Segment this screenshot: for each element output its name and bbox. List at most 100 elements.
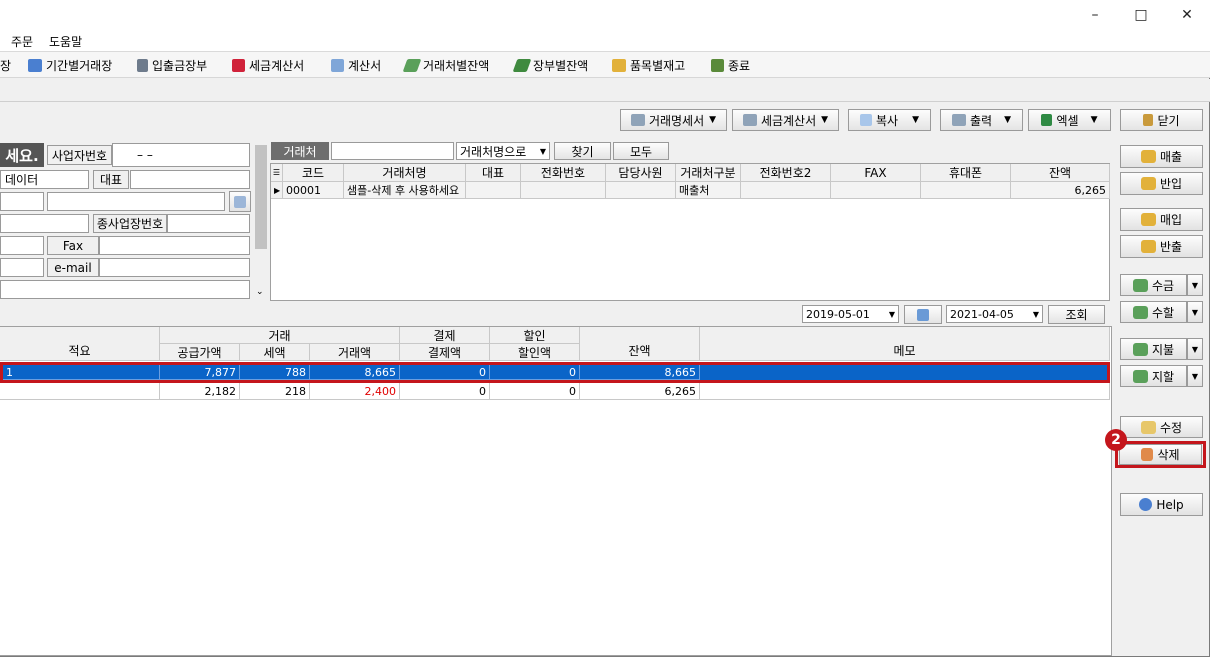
- biz-type-input[interactable]: [0, 214, 89, 233]
- col-summary[interactable]: 적요: [0, 327, 160, 361]
- col-phone2[interactable]: 전화번호2: [741, 164, 831, 182]
- subbiz-input[interactable]: [167, 214, 250, 233]
- col-supply[interactable]: 공급가액: [160, 344, 240, 361]
- rep-input[interactable]: [130, 170, 250, 189]
- sale-return-button[interactable]: 반입: [1120, 172, 1203, 195]
- row1-memo[interactable]: [700, 365, 1107, 380]
- maximize-icon[interactable]: □: [1118, 0, 1164, 30]
- row2-tax[interactable]: 218: [240, 383, 310, 400]
- col-balance[interactable]: 잔액: [580, 327, 700, 361]
- copy-button[interactable]: 복사 ▼: [848, 109, 931, 131]
- pay-disc-dropdown[interactable]: ▼: [1187, 365, 1203, 387]
- address-input[interactable]: [47, 192, 225, 211]
- toolbar-item-book-balance[interactable]: 장부별잔액: [512, 56, 588, 74]
- receive-disc-dropdown[interactable]: ▼: [1187, 301, 1203, 323]
- tax-invoice-print-button[interactable]: 세금계산서 ▼: [732, 109, 839, 131]
- date-to-picker[interactable]: 2021-04-05 ▼: [946, 305, 1043, 323]
- col-rep[interactable]: 대표: [466, 164, 521, 182]
- row1-balance[interactable]: 8,665: [580, 365, 700, 380]
- toolbar-item-stock[interactable]: 품목별재고: [612, 56, 685, 74]
- pay-button[interactable]: 지불: [1120, 338, 1187, 360]
- calendar-button[interactable]: [904, 305, 942, 324]
- purchase-return-button[interactable]: 반출: [1120, 235, 1203, 258]
- toolbar-item-cashbook[interactable]: 입출금장부: [137, 56, 207, 74]
- toolbar-item-exit[interactable]: 종료: [711, 56, 750, 74]
- fax-input[interactable]: [99, 236, 250, 255]
- client-rep-cell[interactable]: [466, 182, 521, 199]
- row1-summary[interactable]: 1: [3, 365, 160, 380]
- email-input[interactable]: [99, 258, 250, 277]
- col-mobile[interactable]: 휴대폰: [921, 164, 1011, 182]
- row1-amount[interactable]: 8,665: [310, 365, 400, 380]
- chevron-down-icon[interactable]: ⌄: [256, 287, 264, 297]
- client-name-cell[interactable]: 샘플-삭제 후 사용하세요: [344, 182, 466, 199]
- zip-input[interactable]: [0, 192, 44, 211]
- menu-help[interactable]: 도움말: [49, 33, 82, 50]
- client-staff-cell[interactable]: [606, 182, 676, 199]
- row1-disc[interactable]: 0: [490, 365, 580, 380]
- toolbar-item-invoice[interactable]: 계산서: [331, 56, 381, 74]
- col-disc[interactable]: 할인액: [490, 344, 580, 361]
- receive-disc-button[interactable]: 수할: [1120, 301, 1187, 323]
- client-phone-cell[interactable]: [521, 182, 606, 199]
- query-button[interactable]: 조회: [1048, 305, 1105, 324]
- row1-supply[interactable]: 7,877: [160, 365, 240, 380]
- sale-button[interactable]: 매출: [1120, 145, 1203, 168]
- close-window-icon[interactable]: ✕: [1164, 0, 1210, 30]
- pay-disc-button[interactable]: 지할: [1120, 365, 1187, 387]
- row1-paid[interactable]: 0: [400, 365, 490, 380]
- row2-memo[interactable]: [700, 383, 1110, 400]
- col-code[interactable]: 코드: [283, 164, 344, 182]
- excel-button[interactable]: 엑셀 ▼: [1028, 109, 1111, 131]
- col-tax[interactable]: 세액: [240, 344, 310, 361]
- toolbar-item-period-ledger[interactable]: 기간별거래장: [28, 56, 112, 74]
- receive-button[interactable]: 수금: [1120, 274, 1187, 296]
- all-button[interactable]: 모두: [613, 142, 669, 160]
- statement-print-button[interactable]: 거래명세서 ▼: [620, 109, 727, 131]
- col-memo[interactable]: 메모: [700, 327, 1110, 361]
- col-name[interactable]: 거래처명: [344, 164, 466, 182]
- row2-disc[interactable]: 0: [490, 383, 580, 400]
- note-input[interactable]: [0, 280, 250, 299]
- toolbar-item-client-balance[interactable]: 거래처별잔액: [402, 56, 489, 74]
- print-button[interactable]: 출력 ▼: [940, 109, 1023, 131]
- col-amount[interactable]: 거래액: [310, 344, 400, 361]
- menu-order[interactable]: 주문: [11, 33, 33, 50]
- client-type-cell[interactable]: 매출처: [676, 182, 741, 199]
- row2-balance[interactable]: 6,265: [580, 383, 700, 400]
- delete-button[interactable]: 삭제: [1119, 444, 1202, 465]
- scrollbar-thumb[interactable]: [255, 145, 267, 249]
- client-phone2-cell[interactable]: [741, 182, 831, 199]
- bizno-input[interactable]: – –: [112, 143, 250, 167]
- edit-button[interactable]: 수정: [1120, 416, 1203, 438]
- search-mode-select[interactable]: 거래처명으로 ▼: [456, 142, 550, 160]
- pay-dropdown[interactable]: ▼: [1187, 338, 1203, 360]
- client-fax-cell[interactable]: [831, 182, 921, 199]
- row2-paid[interactable]: 0: [400, 383, 490, 400]
- row1-tax[interactable]: 788: [240, 365, 310, 380]
- row2-supply[interactable]: 2,182: [160, 383, 240, 400]
- tab-client[interactable]: 거래처: [271, 142, 329, 160]
- toolbar-item-ledger[interactable]: 장: [0, 56, 11, 74]
- help-button[interactable]: Help: [1120, 493, 1203, 516]
- date-from-picker[interactable]: 2019-05-01 ▼: [802, 305, 899, 323]
- client-balance-cell[interactable]: 6,265: [1011, 182, 1110, 199]
- close-button[interactable]: 닫기: [1120, 109, 1203, 131]
- phone-input[interactable]: [0, 236, 44, 255]
- col-balance[interactable]: 잔액: [1011, 164, 1110, 182]
- receive-dropdown[interactable]: ▼: [1187, 274, 1203, 296]
- col-paid[interactable]: 결제액: [400, 344, 490, 361]
- mobile-input[interactable]: [0, 258, 44, 277]
- col-client-type[interactable]: 거래처구분: [676, 164, 741, 182]
- toolbar-item-tax-invoice[interactable]: 세금계산서: [232, 56, 304, 74]
- col-phone[interactable]: 전화번호: [521, 164, 606, 182]
- row2-amount[interactable]: 2,400: [310, 383, 400, 400]
- client-search-input[interactable]: [331, 142, 454, 160]
- col-fax[interactable]: FAX: [831, 164, 921, 182]
- minimize-icon[interactable]: –: [1072, 0, 1118, 30]
- row2-summary[interactable]: [0, 383, 160, 400]
- purchase-button[interactable]: 매입: [1120, 208, 1203, 231]
- client-mobile-cell[interactable]: [921, 182, 1011, 199]
- address-search-button[interactable]: [229, 191, 251, 212]
- find-button[interactable]: 찾기: [554, 142, 611, 160]
